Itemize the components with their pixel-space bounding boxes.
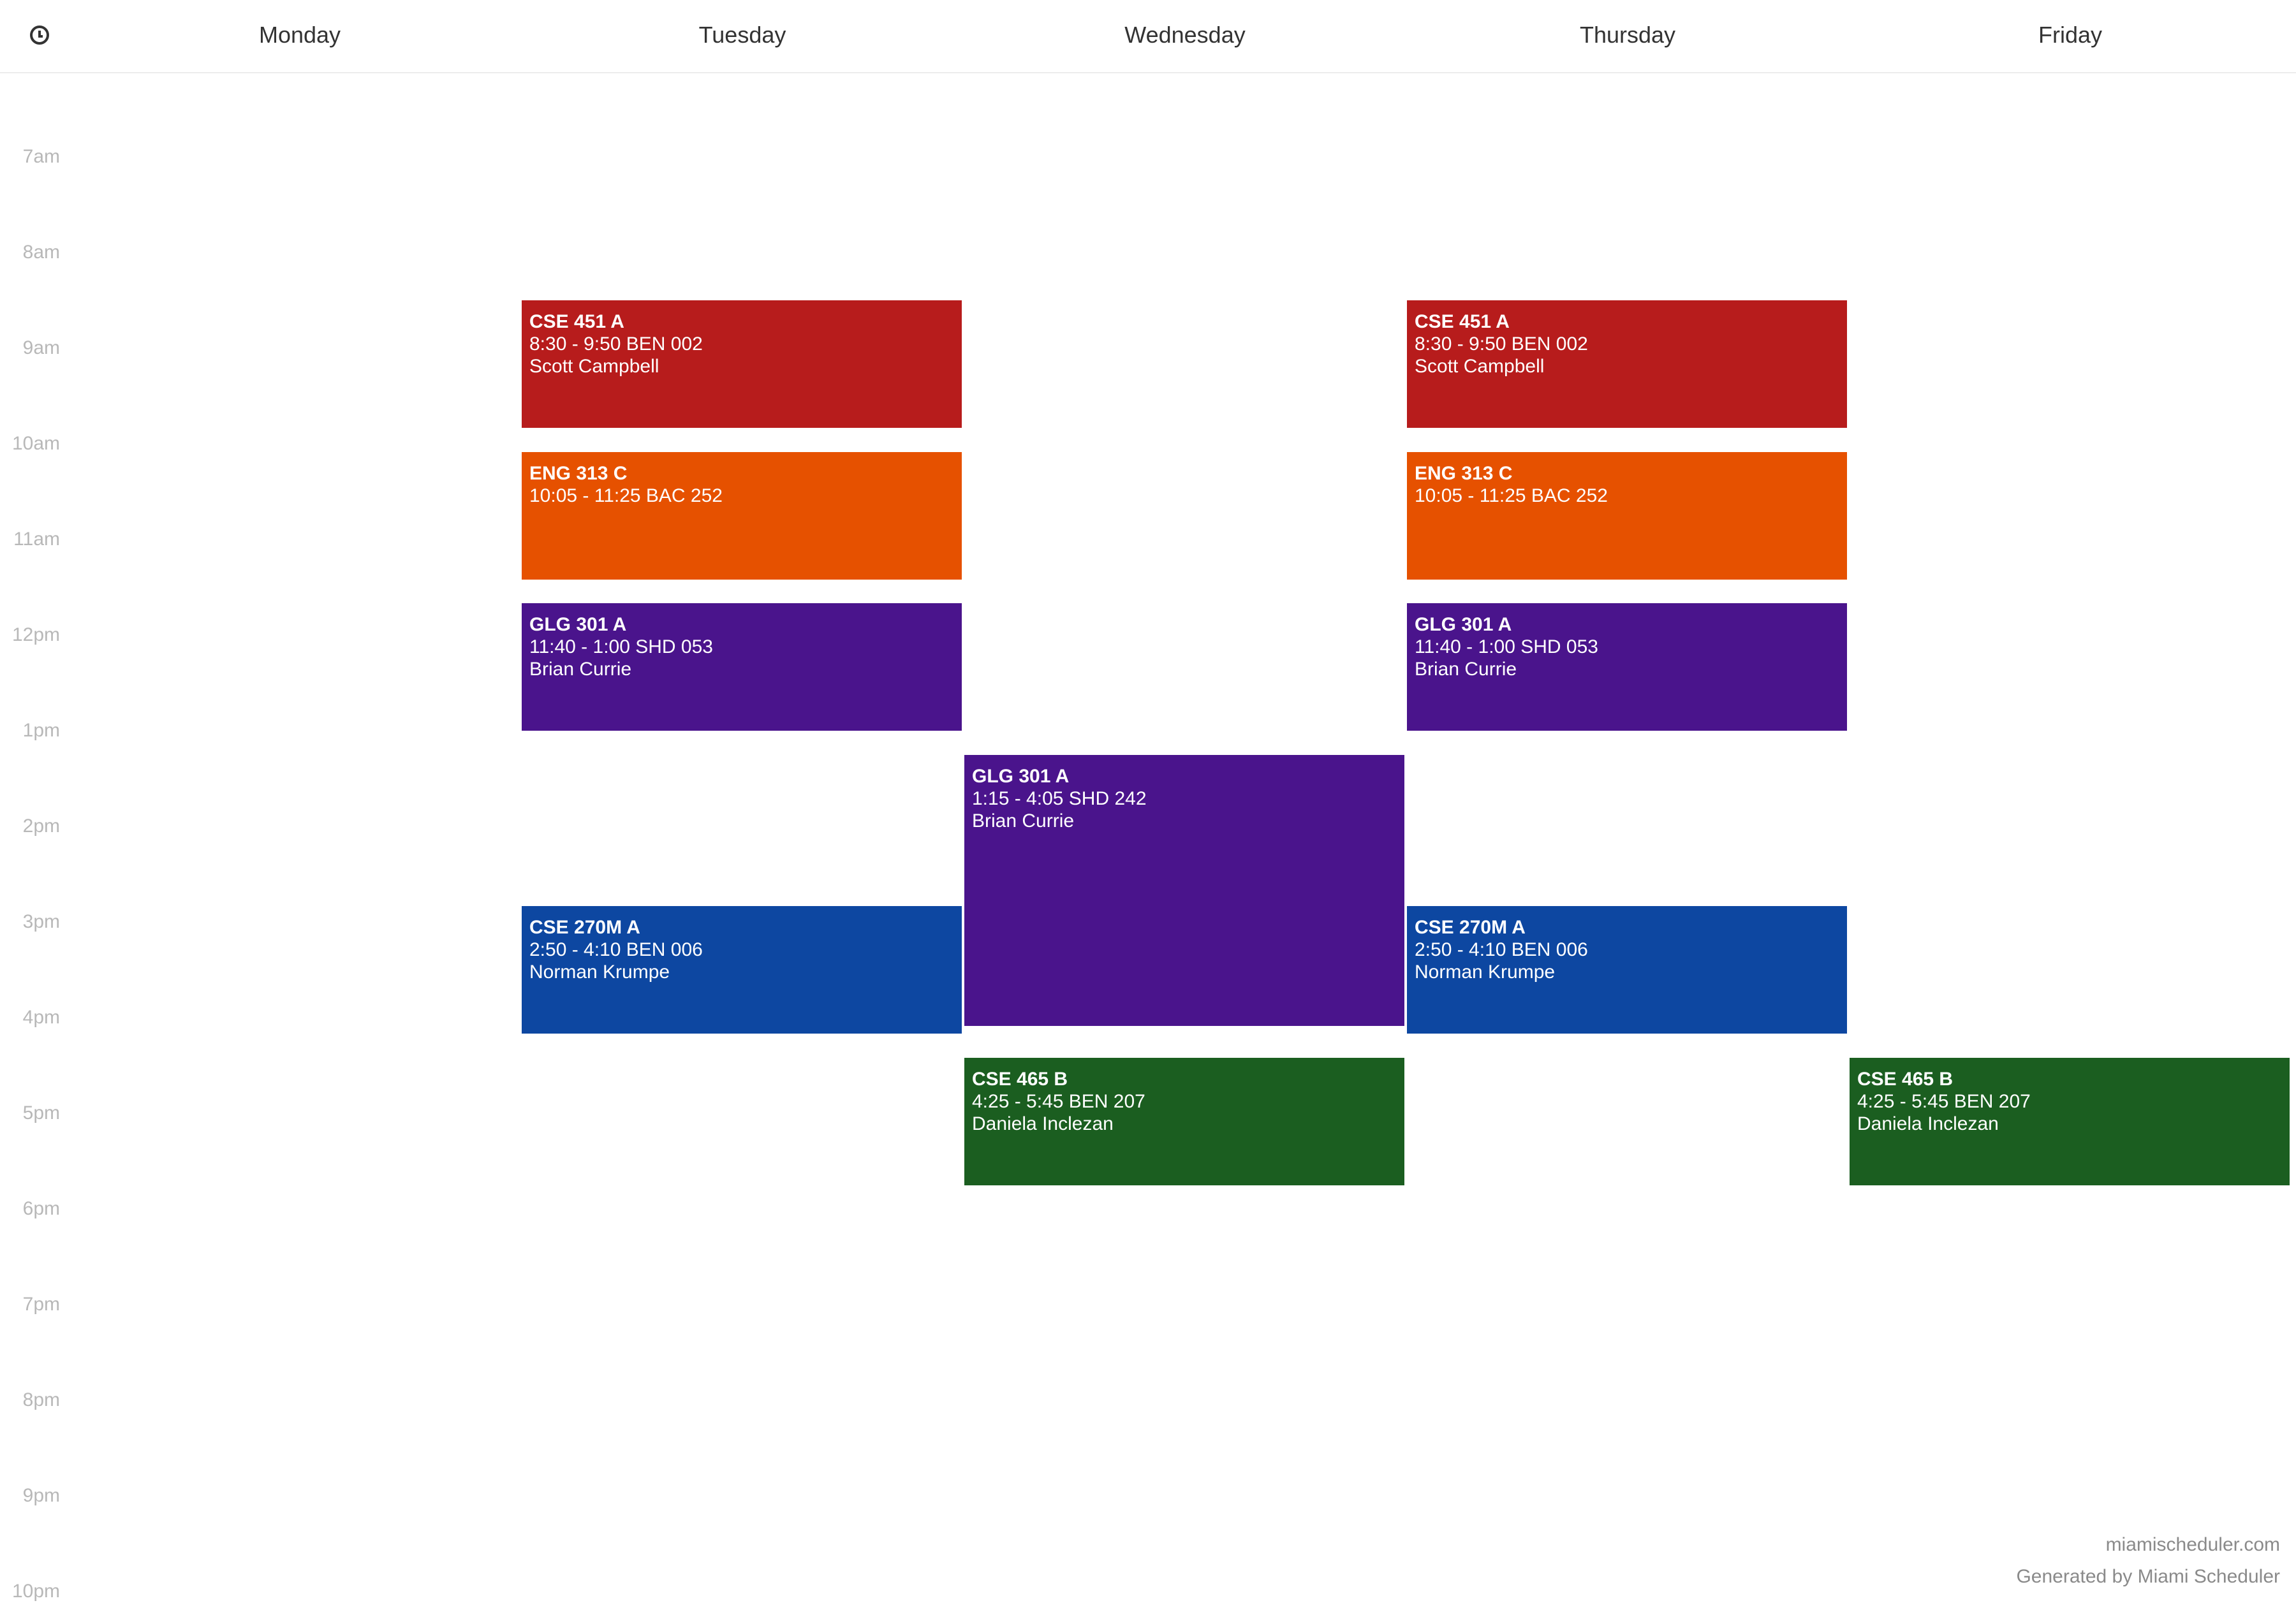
course-time-room: 2:50 - 4:10 BEN 006 xyxy=(1415,939,1588,960)
course-title: GLG 301 A xyxy=(529,614,627,635)
hour-label: 9pm xyxy=(22,1485,60,1506)
hour-label: 11am xyxy=(13,529,60,550)
course-block[interactable]: CSE 270M A 2:50 - 4:10 BEN 006 Norman Krum… xyxy=(1407,906,1847,1034)
day-header-monday: Monday xyxy=(258,22,341,48)
hour-label: 7pm xyxy=(22,1294,60,1315)
course-title: ENG 313 C xyxy=(1415,462,1513,484)
hour-label: 7am xyxy=(22,146,60,167)
hour-label: 6pm xyxy=(22,1198,60,1219)
course-title: CSE 451 A xyxy=(1415,311,1510,332)
footer-credit: Generated by Miami Scheduler xyxy=(2016,1566,2280,1587)
course-instructor: Daniela Inclezan xyxy=(972,1113,1114,1134)
course-instructor: Daniela Inclezan xyxy=(1857,1113,1999,1134)
clock-icon[interactable] xyxy=(30,26,49,45)
course-instructor: Scott Campbell xyxy=(1415,356,1545,377)
hour-label: 8am xyxy=(22,242,60,263)
course-time-room: 4:25 - 5:45 BEN 207 xyxy=(972,1090,1145,1112)
day-header-thursday: Thursday xyxy=(1579,22,1676,48)
course-time-room: 10:05 - 11:25 BAC 252 xyxy=(1415,485,1608,506)
course-block[interactable]: ENG 313 C 10:05 - 11:25 BAC 252 xyxy=(1407,451,1847,580)
course-time-room: 11:40 - 1:00 SHD 053 xyxy=(529,636,713,657)
hour-label: 2pm xyxy=(22,816,60,837)
course-instructor: Brian Currie xyxy=(972,810,1075,831)
course-block[interactable]: GLG 301 A 1:15 - 4:05 SHD 242 Brian Currie xyxy=(964,754,1404,1026)
course-time-room: 11:40 - 1:00 SHD 053 xyxy=(1415,636,1598,657)
footer: miamischeduler.com Generated by Miami Sc… xyxy=(2016,1529,2280,1593)
course-block[interactable]: ENG 313 C 10:05 - 11:25 BAC 252 xyxy=(522,451,962,580)
course-block[interactable]: CSE 451 A 8:30 - 9:50 BEN 002 Scott Campbe… xyxy=(522,300,962,428)
course-time-room: 2:50 - 4:10 BEN 006 xyxy=(529,939,703,960)
hour-label: 5pm xyxy=(22,1102,60,1123)
course-time-room: 8:30 - 9:50 BEN 002 xyxy=(529,333,703,355)
course-block[interactable]: GLG 301 A 11:40 - 1:00 SHD 053 Brian Curri… xyxy=(1407,603,1847,731)
course-title: GLG 301 A xyxy=(1415,614,1512,635)
hour-label: 4pm xyxy=(22,1007,60,1028)
course-instructor: Brian Currie xyxy=(1415,659,1517,680)
footer-site: miamischeduler.com xyxy=(2105,1534,2280,1555)
course-instructor: Norman Krumpe xyxy=(529,962,670,983)
course-time-room: 4:25 - 5:45 BEN 207 xyxy=(1857,1090,2031,1112)
hour-label: 9am xyxy=(22,337,60,358)
hour-label: 10am xyxy=(11,433,60,454)
course-block[interactable]: CSE 451 A 8:30 - 9:50 BEN 002 Scott Campbe… xyxy=(1407,300,1847,428)
day-header-tuesday: Tuesday xyxy=(698,22,786,48)
course-title: CSE 451 A xyxy=(529,311,624,332)
hour-label: 10pm xyxy=(11,1581,60,1602)
course-time-room: 1:15 - 4:05 SHD 242 xyxy=(972,787,1147,809)
hour-label: 3pm xyxy=(22,911,60,932)
hour-label: 1pm xyxy=(22,720,60,741)
course-title: GLG 301 A xyxy=(972,765,1070,787)
hour-label: 12pm xyxy=(11,624,60,645)
course-time-room: 10:05 - 11:25 BAC 252 xyxy=(529,485,723,506)
course-title: CSE 465 B xyxy=(972,1068,1068,1090)
course-time-room: 8:30 - 9:50 BEN 002 xyxy=(1415,333,1588,355)
course-instructor: Norman Krumpe xyxy=(1415,962,1556,983)
course-instructor: Brian Currie xyxy=(529,659,632,680)
course-title: CSE 270M A xyxy=(1415,917,1526,938)
course-block[interactable]: CSE 465 B 4:25 - 5:45 BEN 207 Daniela Incl… xyxy=(1850,1057,2290,1185)
course-title: CSE 270M A xyxy=(529,917,640,938)
course-block[interactable]: CSE 465 B 4:25 - 5:45 BEN 207 Daniela Incl… xyxy=(964,1057,1404,1185)
day-header-friday: Friday xyxy=(2038,22,2103,48)
course-block[interactable]: GLG 301 A 11:40 - 1:00 SHD 053 Brian Curri… xyxy=(522,603,962,731)
course-instructor: Scott Campbell xyxy=(529,356,659,377)
hour-label: 8pm xyxy=(22,1389,60,1410)
day-header-wednesday: Wednesday xyxy=(1124,22,1246,48)
course-title: CSE 465 B xyxy=(1857,1068,1954,1090)
day-header: Monday Tuesday Wednesday Thursday Friday xyxy=(0,0,2296,73)
course-block[interactable]: CSE 270M A 2:50 - 4:10 BEN 006 Norman Krum… xyxy=(522,906,962,1034)
course-title: ENG 313 C xyxy=(529,462,628,484)
